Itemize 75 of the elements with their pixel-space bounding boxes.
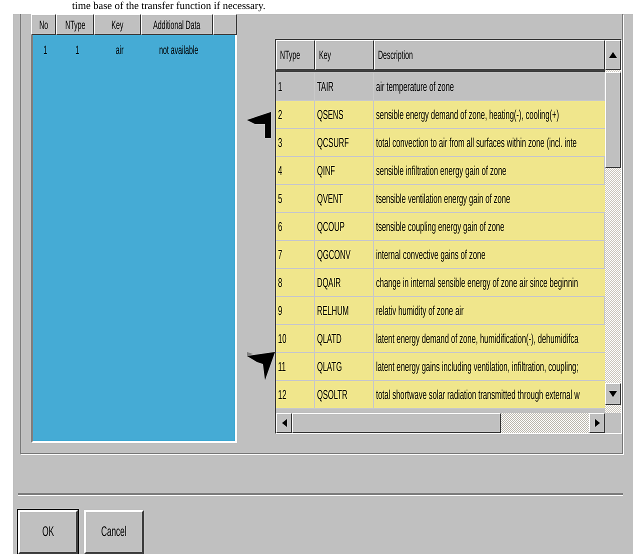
table-row[interactable]: 6 QCOUP tsensible coupling energy gain of zone xyxy=(276,213,605,241)
table-cell: relativ humidity of zone air xyxy=(376,303,464,318)
table-cell: RELHUM xyxy=(317,303,349,318)
table-cell: QLATD xyxy=(317,331,342,346)
table-cell: QINF xyxy=(317,163,336,178)
table-row[interactable]: 7 QGCONV internal convective gains of zone xyxy=(276,241,605,269)
table-row[interactable]: 3 QCSURF total convection to air from all surfaces within zone (incl. inte xyxy=(276,129,605,157)
table-cell: 1 xyxy=(75,43,79,57)
scroll-right-button[interactable] xyxy=(589,413,605,433)
table-cell: QCSURF xyxy=(317,135,349,150)
table-row[interactable]: 12 QSOLTR total shortwave solar radiation transmitted through external w xyxy=(276,381,605,409)
table-row[interactable]: 8 DQAIR change in internal sensible energy of zone air since beginnin xyxy=(276,269,605,297)
table-cell: 11 xyxy=(278,359,286,374)
table-cell: sensible energy demand of zone, heating(-), cooling(+) xyxy=(376,107,559,122)
table-row[interactable]: 10 QLATD latent energy demand of zone, humidification(-), dehumidifca xyxy=(276,325,605,353)
column-header[interactable]: No xyxy=(31,14,56,35)
table-cell: 6 xyxy=(278,219,282,234)
table-cell: change in internal sensible energy of zone air since beginnin xyxy=(376,275,578,290)
table-cell: 4 xyxy=(278,163,282,178)
column-header[interactable] xyxy=(213,14,237,35)
table-cell: QLATG xyxy=(317,359,342,374)
column-header[interactable]: NType xyxy=(276,40,315,70)
table-cell: 3 xyxy=(278,135,282,150)
scrollbar-thumb[interactable] xyxy=(292,413,501,433)
table-cell: total convection to air from all surfaces within zone (incl. inte xyxy=(376,135,577,150)
table-cell: sensible infiltration energy gain of zone xyxy=(376,163,506,178)
scrollbar-thumb[interactable] xyxy=(605,72,621,168)
table-row[interactable]: 11 QLATG latent energy gains including ventilation, infiltration, coupling; xyxy=(276,353,605,381)
scroll-left-button[interactable] xyxy=(276,413,292,433)
up-triangle-icon xyxy=(609,52,617,58)
table-cell: latent energy demand of zone, humidification(-), dehumidifca xyxy=(376,331,578,346)
table-row[interactable]: 4 QINF sensible infiltration energy gain of zone xyxy=(276,157,605,185)
table-cell: TAIR xyxy=(317,79,334,94)
column-header[interactable]: Key xyxy=(94,14,141,35)
table-cell: 1 xyxy=(278,79,282,94)
table-row[interactable]: 5 QVENT tsensible ventilation energy gain of zone xyxy=(276,185,605,213)
table-cell: internal convective gains of zone xyxy=(376,247,486,262)
table-row[interactable]: 2 QSENS sensible energy demand of zone, heating(-), cooling(+) xyxy=(276,101,605,129)
instruction-text: time base of the transfer function if necessary. xyxy=(72,0,266,14)
left-arrow-icon[interactable] xyxy=(247,112,273,138)
table-cell: 5 xyxy=(278,191,282,206)
scroll-down-button[interactable] xyxy=(605,383,621,405)
table-cell: air temperature of zone xyxy=(376,79,454,94)
down-arrow-icon[interactable] xyxy=(247,352,275,380)
table-cell: 8 xyxy=(278,275,282,290)
table-cell: QSOLTR xyxy=(317,387,348,402)
table-cell: not available xyxy=(159,43,199,57)
table-cell: DQAIR xyxy=(317,275,341,290)
table-row[interactable]: 1 TAIR air temperature of zone xyxy=(276,73,605,101)
table-cell: QSENS xyxy=(317,107,344,122)
dialog-button[interactable]: Cancel xyxy=(84,510,144,554)
table-cell: tsensible coupling energy gain of zone xyxy=(376,219,504,234)
table-cell: 9 xyxy=(278,303,282,318)
table-cell: 10 xyxy=(278,331,286,346)
table-cell: latent energy gains including ventilation, infiltration, coupling; xyxy=(376,359,578,374)
column-header[interactable]: NType xyxy=(56,14,94,35)
down-triangle-icon xyxy=(609,391,617,397)
scroll-up-button[interactable] xyxy=(605,40,621,70)
table-cell: QVENT xyxy=(317,191,343,206)
table-cell: total shortwave solar radiation transmitted through external w xyxy=(376,387,580,402)
dialog-button[interactable]: OK xyxy=(18,510,78,554)
column-header[interactable]: Key xyxy=(315,40,374,70)
table-cell: 1 xyxy=(44,43,48,57)
right-triangle-icon xyxy=(594,419,600,427)
table-cell: 7 xyxy=(278,247,282,262)
column-header[interactable]: Description xyxy=(374,40,605,70)
table-cell: QCOUP xyxy=(317,219,345,234)
table-cell: tsensible ventilation energy gain of zone xyxy=(376,191,510,206)
table-cell: 2 xyxy=(278,107,282,122)
column-header[interactable]: Additional Data xyxy=(141,14,213,35)
left-triangle-icon xyxy=(282,419,286,427)
table-cell: QGCONV xyxy=(317,247,351,262)
table-row[interactable]: 9 RELHUM relativ humidity of zone air xyxy=(276,297,605,325)
table-cell: air xyxy=(116,43,124,57)
table-cell: 12 xyxy=(278,387,286,402)
